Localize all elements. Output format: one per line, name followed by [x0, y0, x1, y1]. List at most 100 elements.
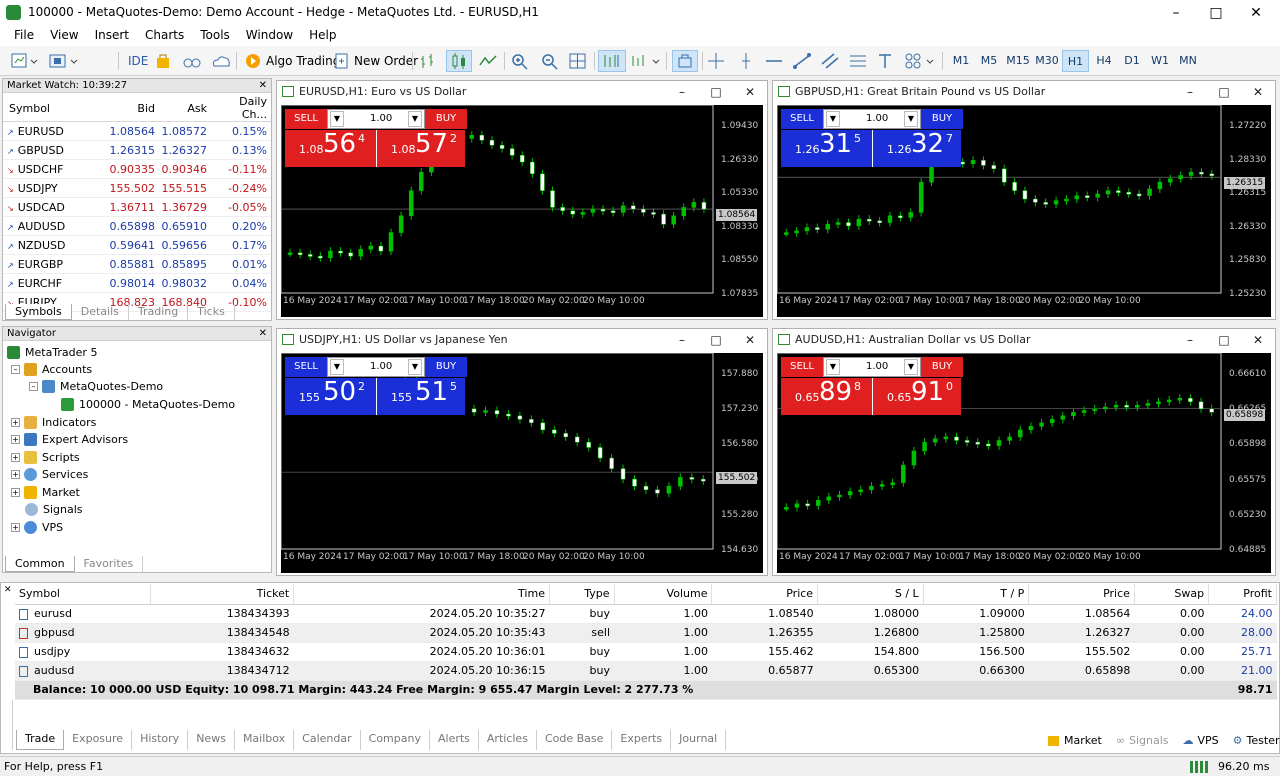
zoom-in-icon[interactable]	[510, 50, 530, 72]
timeframe-m5[interactable]: M5	[976, 50, 1002, 72]
nav-item-server[interactable]: – MetaQuotes-Demo	[29, 380, 163, 393]
buy-button[interactable]: BUY	[921, 357, 963, 377]
candlestick-chart-icon[interactable]	[446, 50, 472, 72]
trade-column-header[interactable]: Profit	[1208, 584, 1277, 605]
nav-item-signals[interactable]: Signals	[25, 503, 83, 516]
tab-trade[interactable]: Trade	[16, 730, 65, 750]
minimize-icon[interactable]: –	[665, 81, 699, 103]
maximize-icon[interactable]: □	[1207, 329, 1241, 351]
expand-icon[interactable]: +	[11, 453, 20, 462]
tab-code-base[interactable]: Code Base	[537, 730, 613, 750]
crosshair-icon[interactable]	[706, 50, 726, 72]
timeframe-h4[interactable]: H4	[1091, 50, 1117, 72]
zoom-out-icon[interactable]	[540, 50, 560, 72]
expand-icon[interactable]: +	[11, 418, 20, 427]
tab-experts[interactable]: Experts	[612, 730, 672, 750]
tab-favorites[interactable]: Favorites	[75, 556, 144, 572]
column-ask[interactable]: Ask	[159, 95, 211, 122]
tab-symbols[interactable]: Symbols	[5, 304, 72, 320]
tab-alerts[interactable]: Alerts	[430, 730, 479, 750]
nav-item-services[interactable]: + Services	[11, 468, 88, 481]
column-bid[interactable]: Bid	[107, 95, 159, 122]
tester-link[interactable]: ⚙ Tester	[1233, 734, 1280, 747]
market-watch-row[interactable]: ↗ GBPUSD 1.26315 1.26327 0.13%	[3, 140, 271, 160]
nav-item-metatrader[interactable]: MetaTrader 5	[7, 346, 97, 359]
nav-item-accounts[interactable]: – Accounts	[11, 363, 92, 376]
algo-trading-button[interactable]: Algo Trading	[240, 50, 344, 72]
market-watch-row[interactable]: ↘ USDCHF 0.90335 0.90346 -0.11%	[3, 159, 271, 179]
timeframe-d1[interactable]: D1	[1119, 50, 1145, 72]
chart-window[interactable]: EURUSD,H1: Euro vs US Dollar – □ ✕ 1.094…	[276, 80, 768, 320]
nav-item-indicators[interactable]: + Indicators	[11, 416, 96, 429]
buy-button[interactable]: BUY	[425, 357, 467, 377]
tab-history[interactable]: History	[132, 730, 189, 750]
bid-price-tile[interactable]: 0.65 89 8	[781, 377, 872, 415]
bid-price-tile[interactable]: 1.26 31 5	[781, 129, 872, 167]
trade-column-header[interactable]: Volume	[614, 584, 713, 605]
lot-size-input[interactable]: ▼ 1.00 ▼	[327, 357, 425, 377]
nav-item-scripts[interactable]: + Scripts	[11, 451, 80, 464]
market-watch-row[interactable]: ↗ AUDUSD 0.65898 0.65910 0.20%	[3, 216, 271, 236]
close-icon[interactable]: ✕	[1241, 81, 1275, 103]
close-icon[interactable]: ✕	[1241, 329, 1275, 351]
close-icon[interactable]: ✕	[733, 81, 767, 103]
maximize-icon[interactable]: □	[699, 81, 733, 103]
trade-row[interactable]: gbpusd 138434548 2024.05.20 10:35:43 sell 1.…	[15, 623, 1277, 643]
minimize-icon[interactable]: –	[665, 329, 699, 351]
sell-button[interactable]: SELL	[781, 357, 823, 377]
sell-button[interactable]: SELL	[285, 109, 327, 129]
menu-file[interactable]: File	[6, 26, 42, 46]
market-watch-row[interactable]: ↘ USDCAD 1.36711 1.36729 -0.05%	[3, 197, 271, 217]
trade-column-header[interactable]: T / P	[923, 584, 1030, 605]
nav-item-experts[interactable]: + Expert Advisors	[11, 433, 128, 446]
market-watch-row[interactable]: ↘ USDJPY 155.502 155.515 -0.24%	[3, 178, 271, 198]
sell-button[interactable]: SELL	[781, 109, 823, 129]
expand-icon[interactable]: +	[11, 488, 20, 497]
close-icon[interactable]: ✕	[733, 329, 767, 351]
tab-articles[interactable]: Articles	[479, 730, 537, 750]
nav-item-account[interactable]: 100000 - MetaQuotes-Demo	[61, 398, 235, 411]
lot-increase-icon[interactable]: ▼	[408, 111, 422, 127]
menu-tools[interactable]: Tools	[192, 26, 238, 46]
tab-calendar[interactable]: Calendar	[294, 730, 361, 750]
timeframe-m15[interactable]: M15	[1004, 50, 1032, 72]
menu-charts[interactable]: Charts	[137, 26, 192, 46]
market-bag-icon[interactable]	[154, 50, 172, 72]
new-chart-icon[interactable]	[10, 50, 38, 72]
expand-icon[interactable]: +	[11, 523, 20, 532]
buy-button[interactable]: BUY	[921, 109, 963, 129]
bid-price-tile[interactable]: 155 50 2	[285, 377, 376, 415]
trade-column-header[interactable]: Symbol	[15, 584, 152, 605]
autoscroll-icon[interactable]	[672, 50, 698, 72]
new-order-button[interactable]: New Order	[332, 50, 420, 72]
channel-icon[interactable]	[820, 50, 840, 72]
collapse-icon[interactable]: –	[11, 365, 20, 374]
signals-link[interactable]: ∞ Signals	[1116, 734, 1169, 747]
signals-icon[interactable]	[182, 50, 202, 72]
tab-common[interactable]: Common	[5, 556, 75, 572]
timeframe-w1[interactable]: W1	[1147, 50, 1173, 72]
lot-decrease-icon[interactable]: ▼	[826, 111, 840, 127]
maximize-icon[interactable]: □	[1207, 81, 1241, 103]
trade-column-header[interactable]: Swap	[1134, 584, 1210, 605]
tab-mailbox[interactable]: Mailbox	[235, 730, 295, 750]
nav-item-vps[interactable]: + VPS	[11, 521, 63, 534]
chart-window[interactable]: GBPUSD,H1: Great Britain Pound vs US Dol…	[772, 80, 1276, 320]
tile-windows-icon[interactable]	[568, 50, 588, 72]
close-icon[interactable]: ✕	[259, 79, 267, 92]
maximize-icon[interactable]: □	[699, 329, 733, 351]
timeframe-m30[interactable]: M30	[1033, 50, 1061, 72]
vps-link[interactable]: ☁ VPS	[1183, 734, 1219, 747]
vertical-line-icon[interactable]	[736, 50, 756, 72]
sell-button[interactable]: SELL	[285, 357, 327, 377]
trade-row[interactable]: usdjpy 138434632 2024.05.20 10:36:01 buy 1.0…	[15, 642, 1277, 662]
vps-cloud-icon[interactable]	[210, 50, 232, 72]
chart-shift-icon[interactable]	[598, 50, 626, 72]
timeframe-h1[interactable]: H1	[1062, 50, 1089, 72]
text-tool-icon[interactable]	[876, 50, 896, 72]
tab-company[interactable]: Company	[361, 730, 430, 750]
ask-price-tile[interactable]: 1.08 57 2	[376, 129, 465, 167]
lot-size-input[interactable]: ▼ 1.00 ▼	[823, 109, 921, 129]
minimize-icon[interactable]: –	[1173, 329, 1207, 351]
trendline-icon[interactable]	[792, 50, 812, 72]
